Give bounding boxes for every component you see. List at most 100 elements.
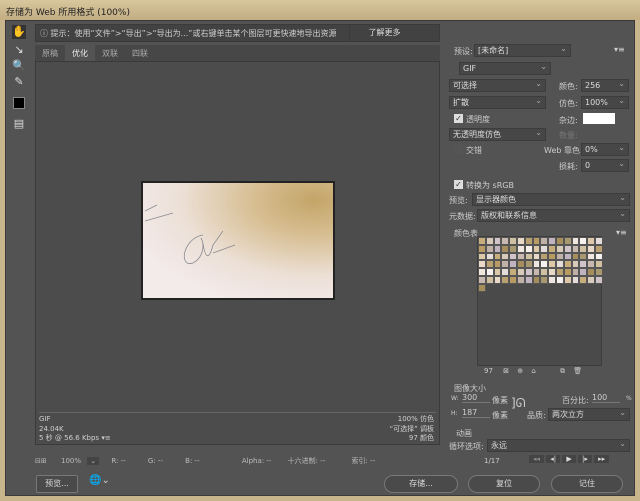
color-swatch[interactable] [587, 268, 595, 276]
color-swatch[interactable] [493, 260, 502, 269]
color-swatch[interactable] [516, 237, 525, 245]
color-swatch[interactable] [509, 237, 517, 245]
color-swatch[interactable] [579, 268, 588, 276]
color-swatch[interactable] [524, 260, 533, 269]
color-swatch[interactable] [579, 244, 588, 253]
color-swatch[interactable] [571, 260, 580, 269]
color-swatch[interactable] [501, 275, 510, 284]
previous-frame-icon[interactable]: ◂| [546, 455, 561, 463]
quality-dropdown[interactable]: 两次立方 [548, 407, 630, 421]
zoom-dropdown-icon[interactable]: ⌄ [87, 457, 100, 465]
color-swatch[interactable] [548, 244, 556, 253]
map-color-icon[interactable]: ⊠ [503, 367, 509, 375]
color-swatch[interactable] [516, 275, 525, 284]
eyedropper-tool-icon[interactable]: ✎ [12, 75, 26, 89]
color-swatch[interactable] [485, 237, 494, 245]
hand-tool-icon[interactable]: ✋ [12, 25, 26, 39]
color-swatch[interactable] [571, 244, 580, 253]
toggle-slices-icon[interactable]: ▤ [12, 117, 26, 131]
color-swatch[interactable] [509, 244, 517, 253]
color-swatch[interactable] [587, 275, 595, 284]
color-swatch[interactable] [540, 237, 549, 245]
link-chain-icon[interactable]: ]ᘏ [511, 396, 526, 411]
color-swatch[interactable] [485, 275, 494, 284]
dither-field[interactable]: 100% [581, 95, 629, 109]
save-button[interactable]: 存储... [384, 475, 458, 493]
color-swatch[interactable] [485, 244, 494, 253]
browser-icon[interactable]: 🌐⌄ [89, 475, 110, 486]
format-dropdown[interactable]: GIF [459, 61, 551, 75]
new-color-icon[interactable]: ⧉ [560, 367, 565, 375]
lossy-field[interactable]: 0 [581, 158, 629, 172]
color-swatch[interactable] [524, 275, 533, 284]
color-swatch[interactable] [493, 252, 502, 261]
slice-select-tool-icon[interactable]: ↘ [12, 43, 26, 57]
color-swatch[interactable] [571, 252, 580, 261]
color-swatch[interactable] [571, 268, 580, 276]
color-swatch[interactable] [587, 237, 595, 245]
websnap-field[interactable]: 0% [581, 142, 629, 156]
delete-color-icon[interactable]: 🗑 [573, 367, 582, 375]
color-swatches[interactable] [478, 237, 603, 292]
color-swatch[interactable] [540, 260, 549, 269]
color-swatch[interactable] [571, 275, 580, 284]
preset-dropdown[interactable]: [未命名] [474, 43, 571, 57]
zoom-tool-icon[interactable]: 🔍 [12, 59, 26, 73]
color-swatch[interactable] [563, 275, 572, 284]
color-swatch[interactable] [587, 252, 595, 261]
remember-button[interactable]: 记住 [551, 475, 623, 493]
color-swatch[interactable] [478, 275, 486, 284]
color-swatch[interactable] [485, 252, 494, 261]
first-frame-icon[interactable]: ◂◂ [529, 455, 545, 463]
color-swatch[interactable] [516, 244, 525, 253]
color-swatch[interactable] [493, 244, 502, 253]
last-frame-icon[interactable]: ▸▸ [594, 455, 610, 463]
tab-optimized[interactable]: 优化 [65, 45, 95, 62]
color-swatch[interactable] [532, 244, 541, 253]
color-swatch[interactable] [563, 268, 572, 276]
color-swatch[interactable] [540, 252, 549, 261]
width-field[interactable]: 300 [462, 393, 490, 403]
color-swatch[interactable] [493, 275, 502, 284]
color-swatch[interactable] [524, 244, 533, 253]
color-swatch[interactable] [485, 268, 494, 276]
color-swatch[interactable] [501, 260, 510, 269]
color-swatch[interactable] [501, 237, 510, 245]
transparency-checkbox[interactable]: ✓ [454, 114, 463, 123]
tab-4up[interactable]: 四联 [125, 45, 155, 62]
reduction-dropdown[interactable]: 可选择 [449, 78, 546, 92]
color-swatch[interactable] [532, 268, 541, 276]
color-swatch[interactable] [532, 275, 541, 284]
color-swatch[interactable] [493, 237, 502, 245]
color-swatch[interactable] [532, 252, 541, 261]
color-swatch[interactable] [516, 260, 525, 269]
preview-mode-dropdown[interactable]: 显示器颜色 [472, 192, 630, 206]
matte-color-swatch[interactable] [583, 113, 615, 124]
color-swatch[interactable] [594, 252, 603, 261]
color-swatch[interactable] [509, 268, 517, 276]
color-swatch[interactable] [548, 237, 556, 245]
color-swatch[interactable] [509, 260, 517, 269]
zoom-in-icon[interactable]: ⊞ [41, 457, 47, 465]
interlaced-checkbox[interactable] [454, 145, 463, 154]
color-swatch[interactable] [540, 268, 549, 276]
speed-menu-icon[interactable]: ▾≡ [101, 434, 110, 442]
color-swatch[interactable] [524, 252, 533, 261]
dither-algorithm-dropdown[interactable]: 扩散 [449, 95, 546, 109]
color-swatch[interactable] [478, 252, 486, 261]
color-swatch[interactable] [579, 237, 588, 245]
color-swatch[interactable] [524, 237, 533, 245]
color-swatch[interactable] [594, 244, 603, 253]
eyedropper-color-swatch[interactable] [13, 97, 25, 109]
color-swatch[interactable] [594, 237, 603, 245]
color-swatch[interactable] [493, 268, 502, 276]
color-swatch[interactable] [540, 275, 549, 284]
percent-field[interactable]: 100 [592, 393, 620, 403]
color-swatch[interactable] [555, 244, 564, 253]
color-swatch[interactable] [594, 260, 603, 269]
next-frame-icon[interactable]: |▸ [578, 455, 592, 463]
tab-original[interactable]: 原稿 [35, 45, 65, 62]
color-swatch[interactable] [478, 260, 486, 269]
color-table-menu-icon[interactable]: ▾≡ [616, 228, 627, 237]
lock-color-icon[interactable]: ⌂ [531, 367, 535, 375]
